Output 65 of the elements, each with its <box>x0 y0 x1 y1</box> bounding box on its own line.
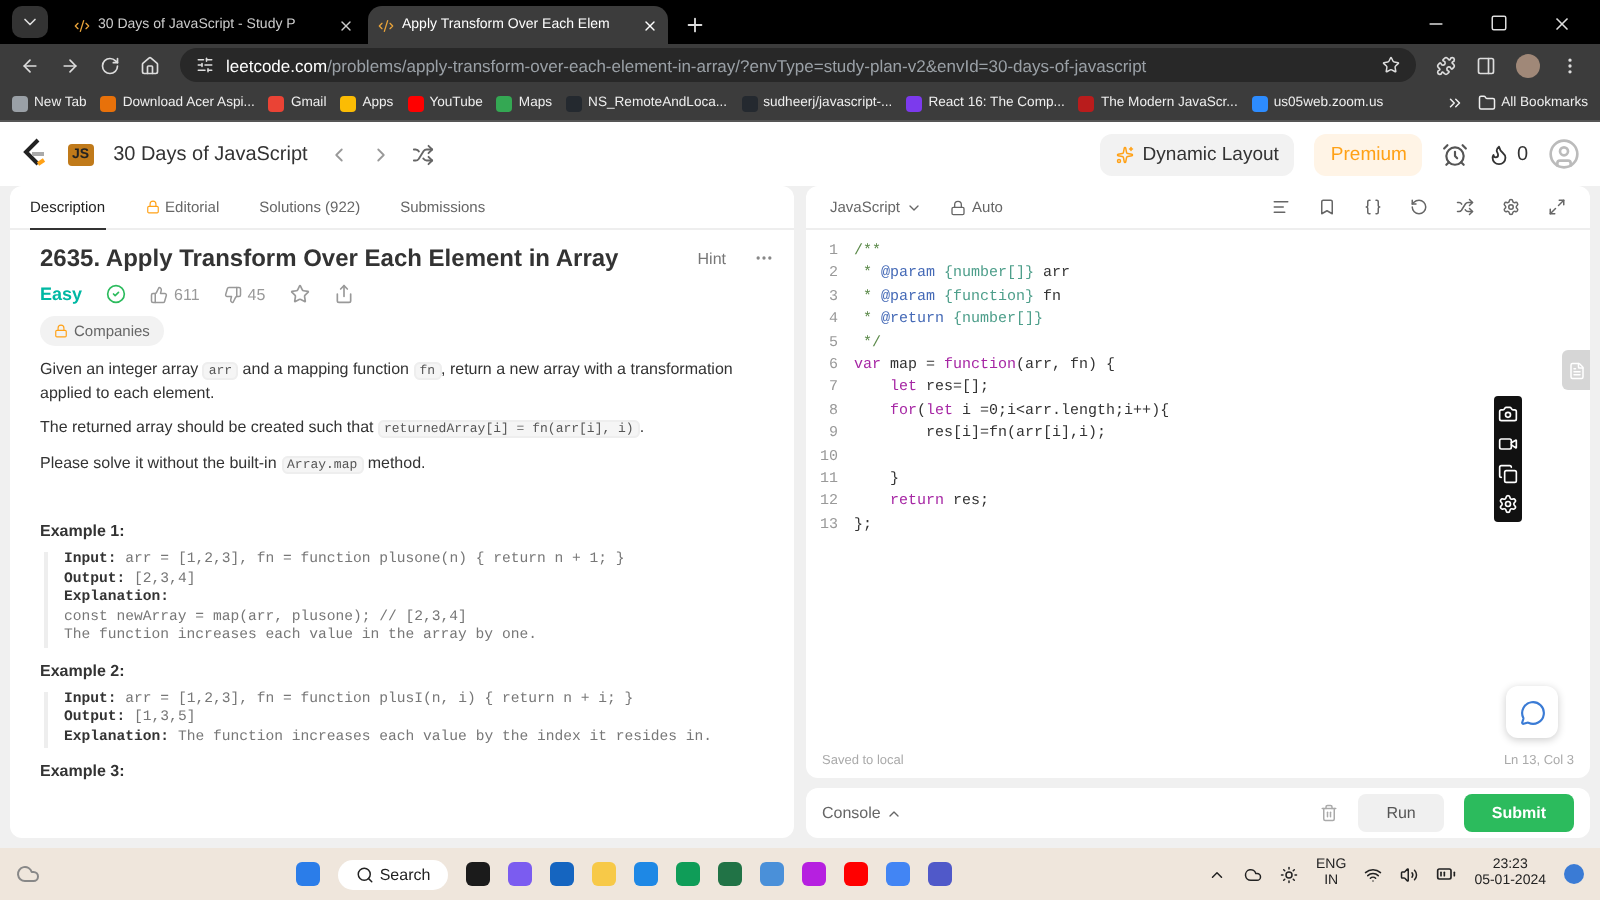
alarm-clock-icon[interactable] <box>1442 141 1469 167</box>
thumbs-down-icon <box>223 285 242 303</box>
profile-avatar[interactable] <box>1516 53 1540 77</box>
flame-icon <box>1488 143 1511 165</box>
star-icon[interactable] <box>289 284 310 304</box>
new-tab-icon[interactable] <box>684 14 706 36</box>
logo-icon <box>20 138 48 170</box>
example-title: Example 3: <box>40 762 127 781</box>
lock-icon <box>145 199 160 213</box>
favicon-icon <box>74 17 90 33</box>
app-icon[interactable] <box>466 862 491 886</box>
taskbar-search[interactable]: Search <box>337 859 449 889</box>
video-icon[interactable] <box>1498 434 1518 454</box>
volume-icon[interactable] <box>1400 865 1419 883</box>
sparkle-icon <box>1116 145 1135 163</box>
console-toggle[interactable]: Console <box>822 804 903 822</box>
address-bar[interactable]: leetcode.com/problems/apply-transform-over-each-element-in-array/?envType=study-plan-v2&envId=30-days-of-javascript <box>180 48 1416 82</box>
example-title: Example 2: <box>40 661 127 680</box>
tray-icon[interactable] <box>1280 865 1299 883</box>
dynamic-layout-button[interactable]: Dynamic Layout <box>1100 133 1295 175</box>
shuffle-icon[interactable] <box>1456 198 1474 216</box>
back-icon[interactable] <box>20 55 40 75</box>
reset-icon[interactable] <box>1410 198 1428 216</box>
lock-icon <box>54 324 68 338</box>
forward-icon[interactable] <box>60 55 80 75</box>
cloud-icon[interactable] <box>1244 865 1263 883</box>
thumbs-up-icon <box>150 285 169 303</box>
close-icon[interactable] <box>1552 14 1572 34</box>
home-icon[interactable] <box>140 55 160 75</box>
share-icon[interactable] <box>333 284 354 304</box>
puzzle-icon[interactable] <box>1436 55 1456 75</box>
battery-icon[interactable] <box>1436 864 1457 884</box>
copy-icon[interactable] <box>1498 464 1518 484</box>
network-icon[interactable] <box>1364 865 1383 883</box>
braces-icon[interactable] <box>1364 198 1382 216</box>
study-plan-title[interactable]: 30 Days of JavaScript <box>113 143 308 165</box>
hint-link[interactable]: Hint <box>697 249 726 267</box>
close-icon[interactable] <box>338 17 354 33</box>
maximize-icon[interactable] <box>1490 14 1508 32</box>
example-title: Example 1: <box>40 522 127 541</box>
feedback-button[interactable] <box>1506 686 1558 738</box>
expand-icon[interactable] <box>1548 198 1566 216</box>
site-settings-icon <box>196 56 214 74</box>
chat-icon <box>1519 699 1545 725</box>
search-icon <box>355 865 374 883</box>
run-button[interactable]: Run <box>1358 794 1444 832</box>
url-text: leetcode.com/problems/apply-transform-over-each-element-in-array/?envType=study-plan-v2&envId=30-days-of-javascript <box>226 55 1147 75</box>
weather-icon <box>16 862 40 886</box>
folder-icon <box>1477 94 1496 112</box>
side-panel-icon[interactable] <box>1476 55 1496 75</box>
lock-icon <box>950 199 967 215</box>
document-icon <box>1567 361 1585 379</box>
start-icon[interactable] <box>295 862 320 886</box>
notification-icon[interactable] <box>1564 864 1584 884</box>
problem-title: 2635. Apply Transform Over Each Element in Array <box>40 244 621 272</box>
reload-icon[interactable] <box>100 55 120 75</box>
more-bookmarks-icon[interactable] <box>1445 94 1464 112</box>
streak-counter[interactable]: 0 <box>1488 143 1528 165</box>
tab-search-button[interactable] <box>12 6 48 38</box>
shuffle-icon[interactable] <box>411 143 434 165</box>
bookmark-icon[interactable] <box>1318 198 1336 216</box>
difficulty-label: Easy <box>40 284 83 304</box>
camera-icon[interactable] <box>1498 404 1518 424</box>
format-icon[interactable] <box>1272 198 1290 216</box>
favicon-icon <box>378 17 394 33</box>
